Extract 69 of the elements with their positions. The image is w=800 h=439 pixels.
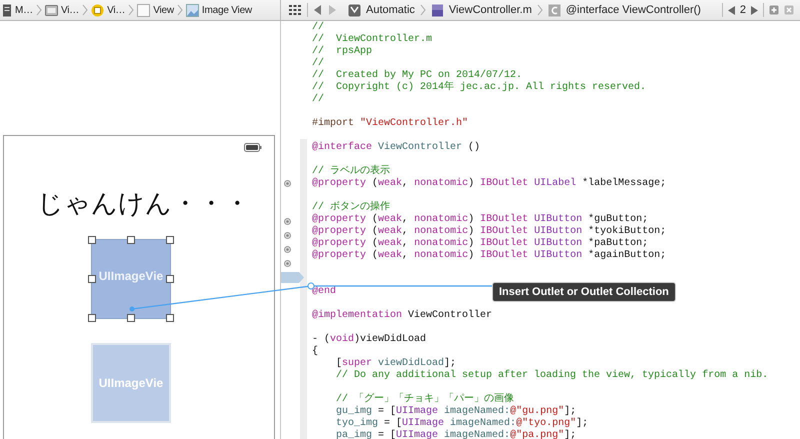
breadcrumb-item[interactable]: @interface ViewController() <box>566 4 701 16</box>
resize-handle[interactable] <box>166 314 174 322</box>
code-line: @property (weak, nonatomic) IBOutlet UILabel *labelMessage; <box>312 178 666 189</box>
breadcrumb-item[interactable]: Automatic <box>366 4 415 16</box>
chevron-icon <box>82 4 88 16</box>
code-line: @implementation ViewController <box>312 310 492 321</box>
chevron-icon <box>176 4 183 16</box>
image-view-label: UIImageVie <box>98 376 164 390</box>
code-line: { <box>312 346 318 357</box>
code-line: tyo_img = [UIImage imageNamed:@"tyo.png"]; <box>335 418 588 429</box>
resize-handle[interactable] <box>88 314 96 322</box>
code-line: // Created by My PC on 2014/07/12. <box>312 70 522 81</box>
add-icon <box>769 5 779 15</box>
code-line: @interface ViewController () <box>312 142 480 153</box>
image-view-label: UIImageVie <box>98 269 164 283</box>
resize-handle[interactable] <box>166 236 174 244</box>
chevron-icon <box>536 4 543 16</box>
previous-icon <box>728 6 735 14</box>
resize-handle[interactable] <box>127 236 135 244</box>
breadcrumb-item[interactable]: Vi… <box>60 4 80 16</box>
code-line: // <box>312 58 324 69</box>
breadcrumb-item[interactable]: Image View <box>202 4 252 16</box>
code-line: pa_img = [UIImage imageNamed:@"pa.png"]; <box>335 430 576 439</box>
code-line: // ViewController.m <box>312 34 432 45</box>
battery-icon <box>244 143 262 152</box>
code-line: gu_img = [UIImage imageNamed:@"gu.png"]; <box>335 406 576 417</box>
code-line: // ボタンの操作 <box>312 202 390 213</box>
code-line: - (void)viewDidLoad <box>312 334 426 345</box>
code-line: // ラベルの表示 <box>312 166 390 177</box>
back-icon <box>314 5 322 15</box>
controller-icon <box>91 4 104 16</box>
close-icon <box>784 5 794 15</box>
insertion-marker-icon <box>281 272 304 283</box>
breadcrumb-item[interactable]: M… <box>15 4 33 16</box>
code-line: @property (weak, nonatomic) IBOutlet UIButton *paButton; <box>312 238 648 249</box>
image-view-icon <box>186 4 199 16</box>
code-line: // <box>312 94 324 105</box>
code-line: // 「グー」「チョキ」「パー」の画像 <box>335 394 514 405</box>
automatic-icon <box>348 4 361 16</box>
resize-handle[interactable] <box>88 275 96 283</box>
resize-handle[interactable] <box>166 275 174 283</box>
code-line: // <box>312 22 324 33</box>
breadcrumb-item[interactable]: ViewController.m <box>448 4 532 16</box>
class-icon <box>548 4 561 16</box>
title-label: じゃんけん・・・ <box>37 188 251 221</box>
code-line: // Copyright (c) 2014年 jec.ac.jp. All rights reserved. <box>312 82 646 93</box>
chevron-icon <box>36 4 42 16</box>
document-icon <box>2 4 12 16</box>
resize-handle[interactable] <box>88 236 96 244</box>
breadcrumb-item[interactable]: Vi… <box>107 4 126 16</box>
view-icon <box>137 4 150 16</box>
chevron-icon <box>420 4 426 16</box>
code-line: #import "ViewController.h" <box>312 118 468 129</box>
related-items-icon <box>289 5 301 15</box>
assistant-count: 2 <box>740 4 746 16</box>
source-file-icon <box>430 4 444 16</box>
forward-icon <box>328 5 336 15</box>
code-line: [super viewDidLoad]; <box>335 358 456 369</box>
resize-handle[interactable] <box>127 314 135 322</box>
code-line: @property (weak, nonatomic) IBOutlet UIButton *tyokiButton; <box>312 226 666 237</box>
code-line: @property (weak, nonatomic) IBOutlet UIButton *againButton; <box>312 250 666 261</box>
code-line: @property (weak, nonatomic) IBOutlet UIButton *guButton; <box>312 214 648 225</box>
chevron-icon <box>128 4 134 16</box>
breadcrumb-item[interactable]: View <box>153 4 174 16</box>
drag-tooltip: Insert Outlet or Outlet Collection <box>492 282 676 302</box>
next-icon <box>751 6 758 14</box>
scene-icon <box>44 4 58 16</box>
code-line: // Do any additional setup after loading the view, typically from a nib. <box>335 370 768 381</box>
code-line: // rpsApp <box>312 46 372 57</box>
